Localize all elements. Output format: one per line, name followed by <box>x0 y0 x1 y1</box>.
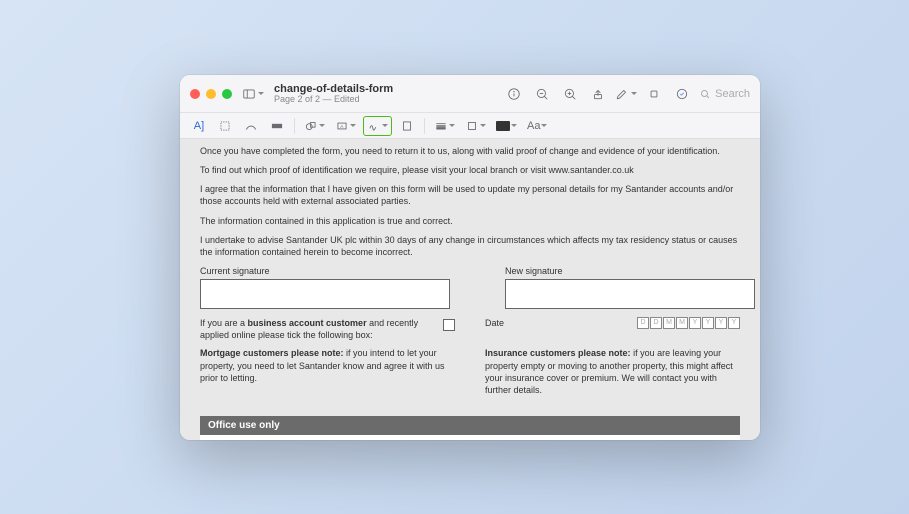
search-placeholder: Search <box>715 88 750 100</box>
date-box-char[interactable]: M <box>676 317 688 329</box>
sign-tool[interactable] <box>363 116 392 136</box>
svg-text:A: A <box>340 123 344 128</box>
date-box-char[interactable]: M <box>663 317 675 329</box>
border-color-tool[interactable] <box>462 116 489 136</box>
mortgage-note: Mortgage customers please note: if you i… <box>200 347 455 396</box>
zoom-in-button[interactable] <box>559 82 581 106</box>
subtitle-text: Page 2 of 2 — Edited <box>274 95 393 105</box>
date-box-char[interactable]: Y <box>689 317 701 329</box>
date-box-char[interactable]: D <box>650 317 662 329</box>
text-tool[interactable]: A] <box>188 116 210 136</box>
search-field[interactable]: Search <box>699 88 750 100</box>
current-signature-box[interactable] <box>200 279 450 309</box>
fill-color-tool[interactable] <box>493 116 520 136</box>
zoom-out-button[interactable] <box>531 82 553 106</box>
share-button[interactable] <box>587 82 609 106</box>
font-tool[interactable]: Aa <box>524 116 550 136</box>
date-box-char[interactable]: D <box>637 317 649 329</box>
date-label: Date <box>485 317 504 329</box>
minimize-button[interactable] <box>206 89 216 99</box>
markup-toolbar: A] A Aa <box>180 113 760 139</box>
sidebar-toggle[interactable] <box>242 82 264 106</box>
form-page: Once you have completed the form, you ne… <box>180 139 760 440</box>
titlebar: change-of-details-form Page 2 of 2 — Edi… <box>180 75 760 113</box>
business-customer-text: If you are a business account customer a… <box>200 317 437 341</box>
paragraph-agree: I agree that the information that I have… <box>200 183 740 207</box>
paragraph-true: The information contained in this applic… <box>200 215 740 227</box>
markup-button[interactable] <box>615 82 637 106</box>
date-box-char[interactable]: Y <box>715 317 727 329</box>
paragraph-id: To find out which proof of identificatio… <box>200 164 740 176</box>
date-box-char[interactable]: Y <box>728 317 740 329</box>
shapes-tool[interactable] <box>301 116 328 136</box>
line-style-tool[interactable] <box>431 116 458 136</box>
note-tool[interactable] <box>396 116 418 136</box>
close-button[interactable] <box>190 89 200 99</box>
document-title[interactable]: change-of-details-form Page 2 of 2 — Edi… <box>274 83 393 105</box>
zoom-button[interactable] <box>222 89 232 99</box>
date-boxes[interactable]: DDMMYYYY <box>637 317 740 329</box>
highlight-button[interactable] <box>671 82 693 106</box>
office-use-header: Office use only <box>200 416 740 436</box>
paragraph-return: Once you have completed the form, you ne… <box>200 145 740 157</box>
paragraph-undertake: I undertake to advise Santander UK plc w… <box>200 234 740 258</box>
info-button[interactable] <box>503 82 525 106</box>
select-tool[interactable] <box>214 116 236 136</box>
insurance-note: Insurance customers please note: if you … <box>485 347 740 396</box>
document-viewport[interactable]: Once you have completed the form, you ne… <box>180 139 760 440</box>
text-box-tool[interactable]: A <box>332 116 359 136</box>
new-signature-box[interactable] <box>505 279 755 309</box>
window-controls <box>190 89 232 99</box>
business-checkbox[interactable] <box>443 319 455 331</box>
app-window: change-of-details-form Page 2 of 2 — Edi… <box>180 75 760 440</box>
redact-tool[interactable] <box>266 116 288 136</box>
sketch-tool[interactable] <box>240 116 262 136</box>
title-text: change-of-details-form <box>274 83 393 95</box>
rotate-button[interactable] <box>643 82 665 106</box>
date-box-char[interactable]: Y <box>702 317 714 329</box>
current-signature-label: Current signature <box>200 265 450 277</box>
new-signature-label: New signature <box>505 265 755 277</box>
